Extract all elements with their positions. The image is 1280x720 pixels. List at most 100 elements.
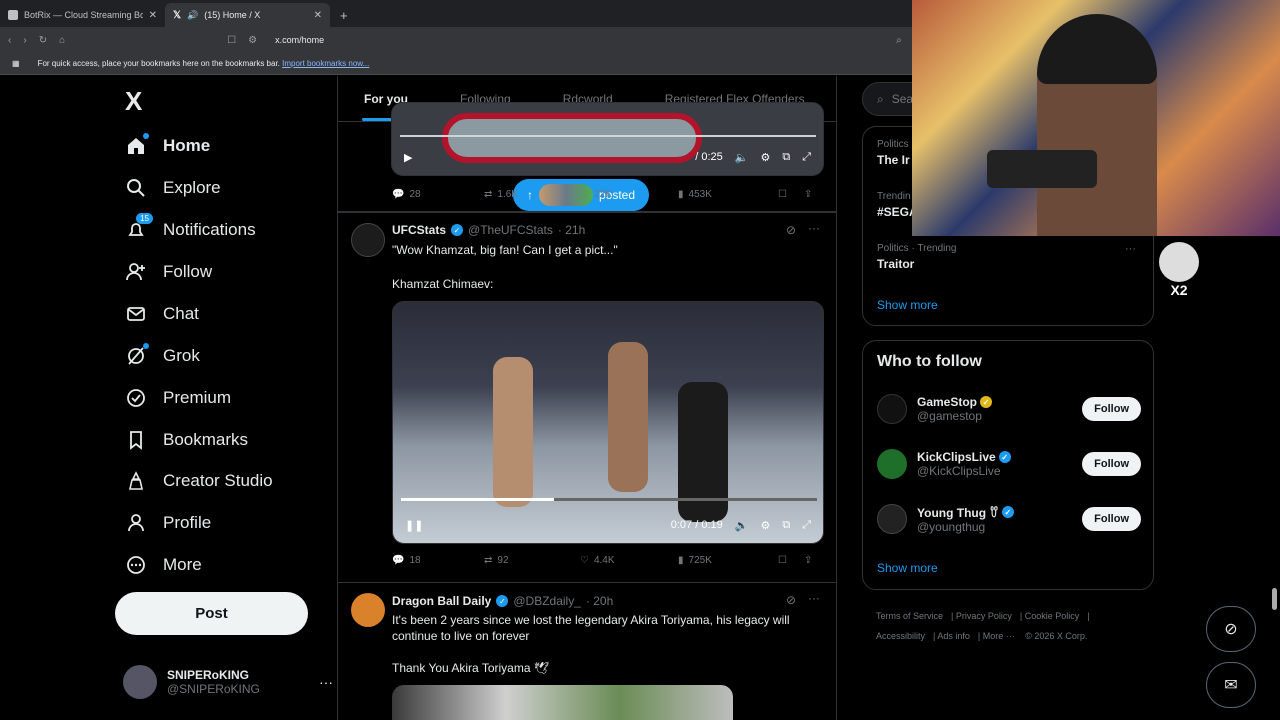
views-button[interactable]: ▮ 453K bbox=[678, 189, 778, 200]
grok-icon[interactable]: ⊘ bbox=[786, 593, 796, 607]
search-icon bbox=[125, 177, 147, 199]
volume-icon[interactable]: 🔈 bbox=[735, 519, 749, 532]
post-card[interactable]: UFCStats ✓ @TheUFCStats · 21h ⊘ ··· "Wow… bbox=[338, 213, 836, 581]
nav-follow[interactable]: Follow bbox=[125, 255, 212, 289]
nav-label: Creator Studio bbox=[163, 471, 273, 490]
nav-explore[interactable]: Explore bbox=[125, 171, 221, 205]
fullscreen-icon[interactable]: ⤢ bbox=[802, 519, 811, 532]
author-handle[interactable]: @TheUFCStats bbox=[468, 223, 553, 237]
pip-icon[interactable]: ⧉ bbox=[782, 151, 790, 164]
copyright: © 2026 X Corp. bbox=[1025, 631, 1088, 641]
more-dots-icon[interactable]: ··· bbox=[808, 591, 820, 605]
post-video[interactable]: ❚❚ 0:07 / 0:19 🔈 ⚙ ⧉ ⤢ bbox=[392, 301, 824, 544]
follow-suggestion[interactable]: KickClipsLive ✓ @KickClipsLive Follow bbox=[877, 444, 1141, 484]
x-logo-icon[interactable]: X bbox=[125, 86, 142, 117]
reload-icon[interactable]: ↻ bbox=[39, 35, 47, 46]
more-dots-icon[interactable]: ··· bbox=[808, 221, 820, 235]
footer-link[interactable]: Ads info bbox=[937, 631, 970, 641]
footer-link[interactable]: Terms of Service bbox=[876, 611, 943, 621]
referee bbox=[678, 382, 728, 522]
messages-fab-button[interactable]: ✉ bbox=[1206, 662, 1256, 708]
bookmark-icon[interactable]: ☐ bbox=[778, 555, 804, 566]
follow-suggestion[interactable]: GameStop ✓ @gamestop Follow bbox=[877, 389, 1141, 429]
repost-button[interactable]: ⇄ 92 bbox=[484, 555, 580, 566]
more-dots-icon[interactable]: ··· bbox=[319, 674, 333, 690]
share-icon[interactable]: ⇪ bbox=[804, 189, 812, 200]
new-tab-button[interactable]: + bbox=[330, 3, 358, 27]
settings-icon[interactable]: ⚙ bbox=[760, 151, 770, 164]
bookmark-icon[interactable]: ☐ bbox=[778, 189, 804, 200]
nav-grok[interactable]: Grok bbox=[125, 339, 200, 373]
back-icon[interactable]: ‹ bbox=[8, 35, 11, 46]
follow-button[interactable]: Follow bbox=[1082, 507, 1141, 531]
scrollbar[interactable] bbox=[1272, 588, 1277, 610]
footer-link[interactable]: More ··· bbox=[983, 631, 1015, 641]
settings-icon[interactable]: ⚙ bbox=[760, 519, 770, 532]
follow-suggestion[interactable]: Young Thug ꀎ ✓ @youngthug Follow bbox=[877, 499, 1141, 539]
reply-button[interactable]: 💬 28 bbox=[392, 189, 484, 200]
tab-x-home[interactable]: 𝕏 🔊 (15) Home / X ✕ bbox=[165, 3, 330, 27]
grok-fab-button[interactable]: ⊘ bbox=[1206, 606, 1256, 652]
nav-profile[interactable]: Profile bbox=[125, 506, 211, 540]
post-time[interactable]: · 20h bbox=[586, 594, 613, 608]
post-time[interactable]: · 21h bbox=[558, 223, 585, 237]
footer-link[interactable]: Accessibility bbox=[876, 631, 925, 641]
close-tab-icon[interactable]: ✕ bbox=[149, 10, 157, 21]
account-switcher[interactable]: SNIPERoKING @SNIPERoKING ··· bbox=[123, 664, 333, 700]
post-image[interactable] bbox=[392, 685, 733, 720]
post-card[interactable]: Dragon Ball Daily ✓ @DBZdaily_ · 20h ⊘ ·… bbox=[338, 583, 836, 720]
pip-icon[interactable]: ⧉ bbox=[782, 519, 790, 532]
follow-button[interactable]: Follow bbox=[1082, 452, 1141, 476]
author-name[interactable]: Dragon Ball Daily bbox=[392, 594, 491, 608]
nav-chat[interactable]: Chat bbox=[125, 297, 199, 331]
show-more-link[interactable]: Show more bbox=[877, 298, 938, 312]
site-info-icon[interactable]: ⚙ bbox=[248, 35, 257, 46]
play-icon[interactable]: ▶ bbox=[404, 151, 412, 164]
grok-icon: ⊘ bbox=[1224, 621, 1238, 638]
trend-item[interactable]: Politics · Trending Traitor bbox=[877, 243, 956, 271]
who-to-follow-box: Who to follow GameStop ✓ @gamestop Follow … bbox=[862, 340, 1154, 590]
x-favicon-icon: 𝕏 bbox=[173, 9, 182, 21]
views-button[interactable]: ▮ 725K bbox=[678, 555, 778, 566]
like-button[interactable]: ♡ 4.4K bbox=[580, 555, 678, 566]
who-to-follow-heading: Who to follow bbox=[877, 353, 982, 370]
nav-bookmarks[interactable]: Bookmarks bbox=[125, 423, 248, 457]
zoom-icon[interactable]: ⌕ bbox=[896, 35, 902, 46]
more-dots-icon[interactable]: ··· bbox=[1125, 243, 1136, 255]
more-circle-icon bbox=[125, 554, 147, 576]
grok-icon[interactable]: ⊘ bbox=[786, 223, 796, 237]
follow-button[interactable]: Follow bbox=[1082, 397, 1141, 421]
repost-button[interactable]: ⇄ 1.6K bbox=[484, 189, 580, 200]
post-header: Dragon Ball Daily ✓ @DBZdaily_ · 20h bbox=[392, 594, 613, 608]
nav-home[interactable]: Home bbox=[125, 129, 210, 163]
nav-more[interactable]: More bbox=[125, 548, 202, 582]
author-name[interactable]: UFCStats bbox=[392, 223, 446, 237]
import-bookmarks-link[interactable]: Import bookmarks now... bbox=[282, 59, 369, 68]
apps-grid-icon[interactable]: ▦ bbox=[12, 59, 20, 68]
reply-button[interactable]: 💬 18 bbox=[392, 555, 484, 566]
tab-botrix[interactable]: BotRix — Cloud Streaming Bot for Tw ✕ bbox=[0, 3, 165, 27]
avatar bbox=[877, 504, 907, 534]
nav-premium[interactable]: Premium bbox=[125, 381, 231, 415]
forward-icon[interactable]: › bbox=[23, 35, 26, 46]
home-button-icon[interactable]: ⌂ bbox=[59, 35, 65, 46]
nav-label: Bookmarks bbox=[163, 430, 249, 449]
share-icon[interactable]: ⇪ bbox=[804, 555, 812, 566]
footer-link[interactable]: Privacy Policy bbox=[956, 611, 1012, 621]
url-field[interactable]: x.com/home bbox=[275, 35, 324, 45]
post-video[interactable]: ▶ / 0:25 🔈 ⚙ ⧉ ⤢ bbox=[391, 102, 824, 176]
post-button[interactable]: Post bbox=[115, 592, 308, 635]
fullscreen-icon[interactable]: ⤢ bbox=[802, 151, 811, 164]
creator-icon bbox=[125, 470, 147, 492]
show-more-link[interactable]: Show more bbox=[877, 561, 938, 575]
volume-icon[interactable]: 🔈 bbox=[735, 151, 749, 164]
bookmark-star-icon[interactable]: ☐ bbox=[227, 35, 236, 46]
pause-icon[interactable]: ❚❚ bbox=[405, 519, 423, 532]
author-handle[interactable]: @DBZdaily_ bbox=[513, 594, 581, 608]
footer-link[interactable]: Cookie Policy bbox=[1025, 611, 1080, 621]
close-tab-icon[interactable]: ✕ bbox=[314, 10, 322, 21]
nav-creator-studio[interactable]: Creator Studio bbox=[125, 464, 273, 498]
like-button[interactable]: ♡ 22K bbox=[580, 189, 678, 200]
nav-notifications[interactable]: 15 Notifications bbox=[125, 213, 256, 247]
trend-item[interactable]: Politics The Ir bbox=[877, 139, 910, 167]
